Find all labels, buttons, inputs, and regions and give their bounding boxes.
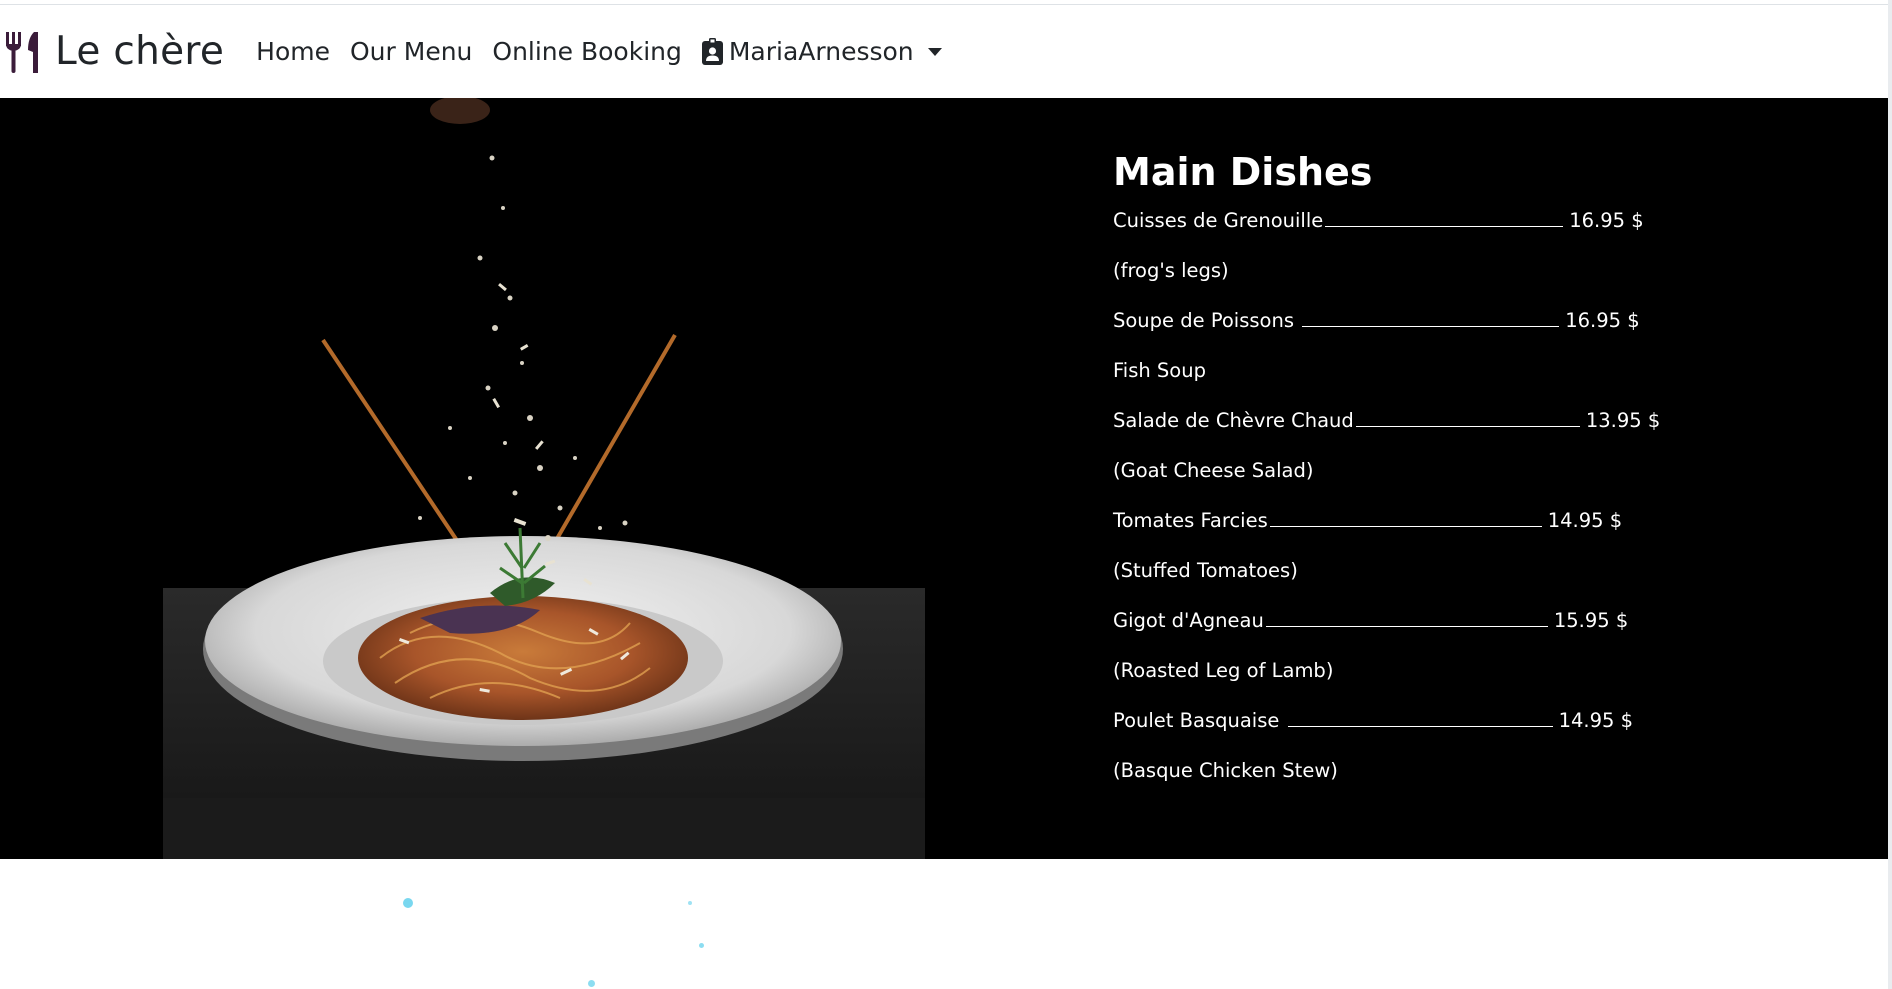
- pasta-dish-photo: [163, 98, 925, 859]
- menu-item-price: 16.95 $: [1569, 209, 1644, 232]
- menu-item-3: Salade de Chèvre Chaud 13.95 $: [1113, 406, 1813, 456]
- leader-line: [1355, 409, 1580, 427]
- menu-item-price: 14.95 $: [1558, 709, 1633, 732]
- decorative-dot: [699, 943, 704, 948]
- decorative-dot: [688, 901, 692, 905]
- menu-item-6-desc: (Basque Chicken Stew): [1113, 759, 1338, 782]
- leader-line: [1302, 309, 1560, 327]
- menu-panel: Main Dishes Cuisses de Grenouille 16.95 $…: [1113, 150, 1813, 806]
- bottom-section: [0, 859, 1888, 989]
- leader-line: [1265, 609, 1548, 627]
- menu-item-price: 16.95 $: [1565, 309, 1640, 332]
- nav-home[interactable]: Home: [256, 37, 330, 66]
- user-dropdown-toggle[interactable]: MariaArnesson: [701, 37, 942, 66]
- brand-name: Le chère: [55, 29, 225, 74]
- menu-item-4-desc: (Stuffed Tomatoes): [1113, 559, 1298, 582]
- user-name: MariaArnesson: [728, 37, 914, 66]
- menu-item-price: 13.95 $: [1585, 409, 1661, 432]
- menu-item-name: Cuisses de Grenouille: [1113, 209, 1324, 232]
- nav-links: Home Our Menu Online Booking MariaArness…: [256, 37, 942, 66]
- menu-item-name: Soupe de Poissons: [1113, 309, 1301, 332]
- hero-section: Main Dishes Cuisses de Grenouille 16.95 $…: [0, 98, 1888, 859]
- menu-item-2-desc: Fish Soup: [1113, 359, 1206, 382]
- menu-item-5-desc: (Roasted Leg of Lamb): [1113, 659, 1334, 682]
- leader-line: [1325, 209, 1564, 227]
- menu-item-name: Tomates Farcies: [1113, 509, 1268, 532]
- menu-title: Main Dishes: [1113, 150, 1373, 194]
- chevron-down-icon: [927, 47, 942, 56]
- menu-item-3-desc: (Goat Cheese Salad): [1113, 459, 1314, 482]
- menu-item-price: 15.95 $: [1553, 609, 1629, 632]
- navbar: Le chère Home Our Menu Online Booking Ma…: [0, 5, 1892, 98]
- menu-item-price: 14.95 $: [1547, 509, 1623, 532]
- nav-our-menu[interactable]: Our Menu: [350, 37, 472, 66]
- menu-item-1: Cuisses de Grenouille 16.95 $: [1113, 206, 1813, 256]
- menu-item-name: Salade de Chèvre Chaud: [1113, 409, 1354, 432]
- id-badge-icon: [701, 38, 723, 65]
- nav-online-booking[interactable]: Online Booking: [492, 37, 681, 66]
- leader-line: [1287, 709, 1553, 727]
- decorative-dot: [403, 898, 413, 908]
- menu-item-name: Gigot d'Agneau: [1113, 609, 1264, 632]
- menu-item-6: Poulet Basquaise 14.95 $: [1113, 706, 1813, 756]
- page: Le chère Home Our Menu Online Booking Ma…: [0, 0, 1892, 989]
- menu-item-2: Soupe de Poissons 16.95 $: [1113, 306, 1813, 356]
- menu-item-name: Poulet Basquaise: [1113, 709, 1286, 732]
- scroll-edge: [1888, 0, 1892, 989]
- brand-link[interactable]: Le chère: [4, 29, 224, 74]
- utensils-icon: [6, 31, 38, 73]
- decorative-dot: [588, 980, 595, 987]
- menu-item-4: Tomates Farcies 14.95 $: [1113, 506, 1813, 556]
- menu-item-5: Gigot d'Agneau 15.95 $: [1113, 606, 1813, 656]
- menu-item-1-desc: (frog's legs): [1113, 259, 1229, 282]
- leader-line: [1269, 509, 1542, 527]
